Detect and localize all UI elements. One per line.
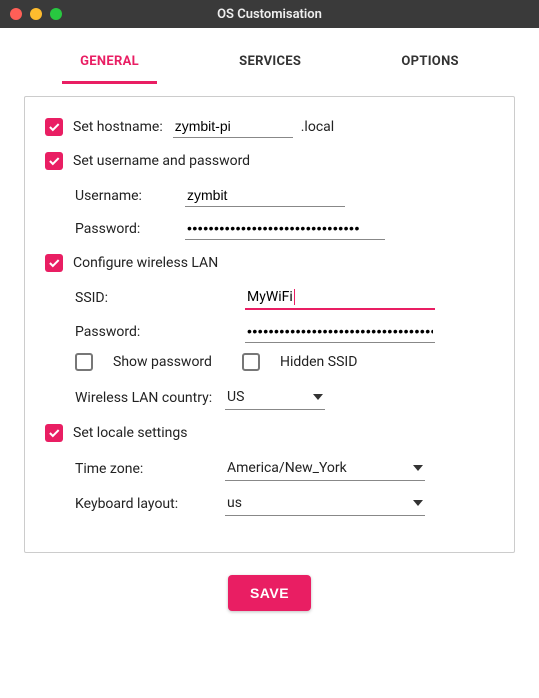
keyboard-label: Keyboard layout:: [75, 496, 225, 512]
check-icon: [47, 256, 61, 270]
ssid-value: MyWiFi: [247, 289, 293, 305]
wifi-password-input[interactable]: [245, 320, 435, 343]
chevron-down-icon: [413, 500, 423, 506]
timezone-value: America/New_York: [227, 460, 347, 476]
wifi-country-select[interactable]: US: [225, 385, 325, 410]
minimize-window-button[interactable]: [30, 8, 42, 20]
show-password-label: Show password: [113, 354, 212, 370]
check-icon: [47, 154, 61, 168]
chevron-down-icon: [313, 394, 323, 400]
titlebar: OS Customisation: [0, 0, 539, 28]
locale-label: Set locale settings: [73, 425, 187, 441]
settings-panel: Set hostname: .local Set username and pa…: [24, 96, 515, 553]
ssid-input[interactable]: MyWiFi: [245, 286, 435, 310]
window-title: OS Customisation: [0, 7, 539, 22]
hostname-checkbox[interactable]: [45, 118, 63, 136]
timezone-select[interactable]: America/New_York: [225, 456, 425, 481]
tab-options[interactable]: OPTIONS: [383, 46, 476, 84]
locale-checkbox[interactable]: [45, 424, 63, 442]
wifi-country-label: Wireless LAN country:: [75, 390, 225, 406]
tab-bar: GENERAL SERVICES OPTIONS: [0, 28, 539, 84]
hostname-input[interactable]: [173, 115, 293, 138]
check-icon: [47, 426, 61, 440]
check-icon: [47, 120, 61, 134]
hostname-suffix: .local: [301, 119, 334, 135]
username-input[interactable]: [185, 184, 345, 207]
wifi-checkbox[interactable]: [45, 254, 63, 272]
userpass-label: Set username and password: [73, 153, 250, 169]
show-password-checkbox[interactable]: [75, 353, 93, 371]
timezone-label: Time zone:: [75, 461, 225, 477]
text-cursor: [294, 289, 295, 305]
wifi-password-label: Password:: [75, 324, 185, 340]
tab-general[interactable]: GENERAL: [62, 46, 157, 84]
hostname-label: Set hostname:: [73, 119, 163, 135]
chevron-down-icon: [413, 465, 423, 471]
maximize-window-button[interactable]: [50, 8, 62, 20]
save-button[interactable]: Save: [228, 575, 311, 611]
hidden-ssid-checkbox[interactable]: [242, 353, 260, 371]
keyboard-value: us: [227, 495, 242, 511]
close-window-button[interactable]: [10, 8, 22, 20]
ssid-label: SSID:: [75, 290, 185, 306]
wifi-country-value: US: [227, 389, 244, 405]
username-label: Username:: [75, 188, 185, 204]
wifi-label: Configure wireless LAN: [73, 255, 218, 271]
hidden-ssid-label: Hidden SSID: [280, 354, 357, 370]
password-label: Password:: [75, 221, 185, 237]
userpass-checkbox[interactable]: [45, 152, 63, 170]
password-input[interactable]: [185, 217, 385, 240]
keyboard-select[interactable]: us: [225, 491, 425, 516]
tab-services[interactable]: SERVICES: [221, 46, 319, 84]
